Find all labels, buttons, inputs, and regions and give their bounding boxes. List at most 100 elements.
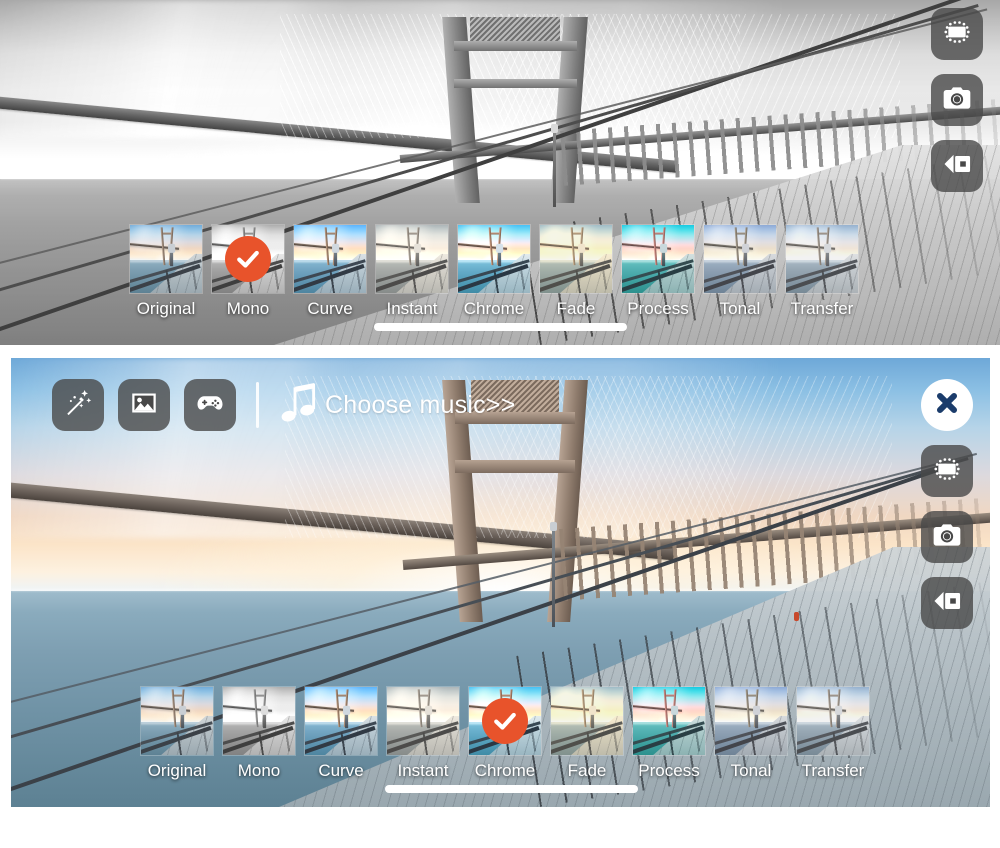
pylon-crossbeam-upper (654, 232, 664, 235)
pylon-crossbeam-upper (326, 232, 336, 235)
pier-lamp-post (413, 243, 421, 266)
filter-item-fade[interactable]: Fade (551, 687, 623, 781)
filter-thumbnail[interactable] (294, 225, 366, 293)
filter-thumbnail[interactable] (540, 225, 612, 293)
selected-check-badge (482, 698, 528, 744)
filter-item-original[interactable]: Original (141, 687, 213, 781)
filter-item-transfer[interactable]: Transfer (797, 687, 869, 781)
pylon-crossbeam-upper (337, 694, 347, 697)
pier-lamp-post (741, 243, 749, 266)
filter-thumbnail[interactable] (305, 687, 377, 755)
magic-wand-icon-button[interactable] (52, 379, 104, 431)
camera-icon (941, 82, 973, 119)
filter-item-curve[interactable]: Curve (294, 225, 366, 319)
filter-thumbnail[interactable] (715, 687, 787, 755)
pylon-crossbeam-upper (747, 694, 757, 697)
rotate-frame-icon-button[interactable] (921, 445, 973, 497)
filter-item-fade[interactable]: Fade (540, 225, 612, 319)
pier-railing-posts (750, 726, 787, 755)
filter-item-original[interactable]: Original (130, 225, 202, 319)
pier-railing-posts (821, 264, 858, 293)
filter-thumbnail[interactable] (469, 687, 541, 755)
pier-railing-posts (411, 264, 448, 293)
image-icon-button[interactable] (118, 379, 170, 431)
filter-item-process[interactable]: Process (633, 687, 705, 781)
pier-railing-posts (668, 726, 705, 755)
photo-editor-panel-bottom: Choose music>> Original Mono Curve Insta… (11, 358, 990, 807)
filter-thumbnail[interactable] (786, 225, 858, 293)
pier-railing-posts (329, 264, 366, 293)
filter-preview-mono (223, 687, 295, 755)
pylon-crossbeam-upper (419, 694, 429, 697)
pylon-crossbeam-upper (162, 232, 172, 235)
pier-railing-posts (340, 726, 377, 755)
pier-lamp-post (588, 705, 596, 728)
filter-item-mono[interactable]: Mono (223, 687, 295, 781)
filter-item-instant[interactable]: Instant (376, 225, 448, 319)
filter-item-chrome[interactable]: Chrome (458, 225, 530, 319)
filter-thumbnail[interactable] (387, 687, 459, 755)
red-buoy (794, 611, 800, 621)
filter-label: Process (638, 761, 700, 780)
pier-lamp-post (823, 243, 831, 266)
filter-item-transfer[interactable]: Transfer (786, 225, 858, 319)
filter-item-tonal[interactable]: Tonal (715, 687, 787, 781)
filter-preview-original (130, 225, 202, 293)
pier-lamp-post (260, 705, 268, 728)
filter-thumbnail[interactable] (458, 225, 530, 293)
pier-lamp-post (331, 243, 339, 266)
pier-lamp-post (495, 243, 503, 266)
filter-thumbnail[interactable] (551, 687, 623, 755)
filter-item-mono[interactable]: Mono (212, 225, 284, 319)
filter-thumbnail[interactable] (633, 687, 705, 755)
camera-icon-button[interactable] (921, 511, 973, 563)
filter-thumbnail[interactable] (704, 225, 776, 293)
filter-thumbnail[interactable] (212, 225, 284, 293)
filter-label: Transfer (790, 299, 854, 318)
filter-thumbnail[interactable] (622, 225, 694, 293)
pylon-crossbeam-upper (255, 694, 265, 697)
filter-list-bottom[interactable]: Original Mono Curve Instant Chrome Fade Proces… (141, 687, 869, 781)
choose-music-button[interactable]: Choose music>> (279, 383, 515, 427)
rotate-frame-icon-button-top[interactable] (931, 8, 983, 60)
filter-thumbnail[interactable] (797, 687, 869, 755)
pylon-crossbeam-upper (572, 232, 582, 235)
filter-label: Original (147, 761, 207, 780)
filter-preview-original (141, 687, 213, 755)
video-camera-icon-button[interactable] (921, 577, 973, 629)
filter-scrollbar-top[interactable] (374, 323, 627, 331)
pier-railing-posts (493, 264, 530, 293)
filter-item-chrome[interactable]: Chrome (469, 687, 541, 781)
toolbar-divider (256, 382, 259, 428)
camera-icon-button-top[interactable] (931, 74, 983, 126)
filter-label: Fade (567, 761, 607, 780)
filter-thumbnail[interactable] (223, 687, 295, 755)
pylon-crossbeam-upper (501, 694, 511, 697)
pier-railing-posts (832, 726, 869, 755)
pylon-crossbeam-upper (665, 694, 675, 697)
filter-strip-bottom[interactable]: Original Mono Curve Instant Chrome Fade Proces… (11, 679, 990, 807)
filter-item-process[interactable]: Process (622, 225, 694, 319)
filter-thumbnail[interactable] (130, 225, 202, 293)
camera-icon (931, 519, 963, 556)
gamepad-icon-button[interactable] (184, 379, 236, 431)
filter-thumbnail[interactable] (376, 225, 448, 293)
pier-lamp-post (834, 705, 842, 728)
close-button[interactable] (921, 379, 973, 431)
filter-list-top[interactable]: Original Mono Curve Instant Chrome Fade Proces… (130, 225, 858, 319)
filter-label: Tonal (719, 299, 761, 318)
video-camera-icon-button-top[interactable] (931, 140, 983, 192)
filter-item-tonal[interactable]: Tonal (704, 225, 776, 319)
filter-scrollbar-bottom[interactable] (385, 785, 638, 793)
filter-preview-tonal (704, 225, 776, 293)
filter-thumbnail[interactable] (141, 687, 213, 755)
filter-item-curve[interactable]: Curve (305, 687, 377, 781)
filter-preview-instant (387, 687, 459, 755)
filter-strip-top[interactable]: Original Mono Curve Instant Chrome Fade Proces… (0, 217, 1000, 345)
music-note-icon (279, 383, 321, 427)
video-camera-icon (931, 585, 963, 622)
filter-item-instant[interactable]: Instant (387, 687, 459, 781)
pier-lamp-post (670, 705, 678, 728)
pier-lamp-post (178, 705, 186, 728)
filter-preview-chrome (458, 225, 530, 293)
